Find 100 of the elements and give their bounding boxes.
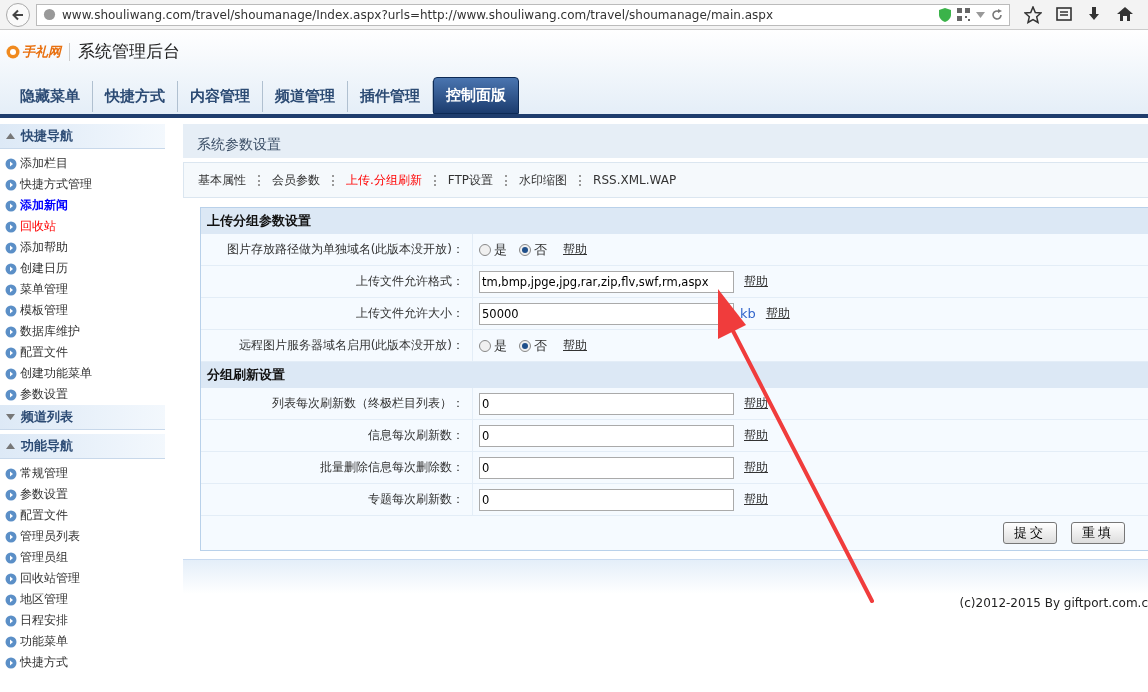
sidebar-item[interactable]: 菜单管理 xyxy=(20,281,68,298)
bullet-icon xyxy=(5,199,17,212)
input-field[interactable]: 0 xyxy=(479,456,734,479)
help-link[interactable]: 帮助 xyxy=(744,427,768,444)
input-field[interactable]: 0 xyxy=(479,392,734,415)
help-link[interactable]: 帮助 xyxy=(744,273,768,290)
sidebar-item[interactable]: 添加栏目 xyxy=(20,155,68,172)
sidebar-item[interactable]: 数据库维护 xyxy=(20,323,80,340)
star-icon[interactable] xyxy=(1024,5,1042,24)
sidebar-item[interactable]: 参数设置 xyxy=(20,486,68,503)
page-title: 系统参数设置 xyxy=(183,124,1148,158)
bullet-icon xyxy=(5,614,17,627)
settings-tab[interactable]: RSS.XML.WAP xyxy=(593,173,677,187)
nav-tab[interactable]: 控制面版 xyxy=(433,77,519,114)
form-button[interactable]: 重填 xyxy=(1071,522,1125,544)
sidebar-item[interactable]: 创建日历 xyxy=(20,260,68,277)
bullet-icon xyxy=(5,388,17,401)
bullet-icon xyxy=(5,220,17,233)
sidebar-item[interactable]: 地区管理 xyxy=(20,591,68,608)
caret-icon xyxy=(6,133,15,139)
bullet-icon xyxy=(5,346,17,359)
sidebar-section-header[interactable]: 快捷导航 xyxy=(0,124,165,149)
form-button[interactable]: 提交 xyxy=(1003,522,1057,544)
download-icon[interactable] xyxy=(1086,5,1102,22)
sidebar-item[interactable]: 快捷方式管理 xyxy=(20,176,92,193)
bullet-icon xyxy=(5,593,17,606)
sidebar-item[interactable]: 快捷方式 xyxy=(20,654,68,671)
input-field[interactable]: 0 xyxy=(479,488,734,511)
back-button[interactable] xyxy=(6,2,30,27)
url-text: www.shouliwang.com/travel/shoumanage/Index.aspx?urls=http://www.shouliwang.com/travel/shoumanage/main.aspx xyxy=(62,7,775,22)
bullet-icon xyxy=(5,178,17,191)
sidebar-item[interactable]: 管理员列表 xyxy=(20,528,80,545)
help-link[interactable]: 帮助 xyxy=(563,337,587,354)
sidebar-item[interactable]: 常规管理 xyxy=(20,465,68,482)
sidebar-section-header[interactable]: 频道列表 xyxy=(0,405,165,430)
radio-button[interactable] xyxy=(479,243,491,256)
field-label: 批量删除信息每次删除数： xyxy=(201,452,473,483)
shield-icon[interactable] xyxy=(939,7,951,22)
sidebar-item[interactable]: 创建功能菜单 xyxy=(20,365,92,382)
caret-icon xyxy=(6,414,15,420)
reading-list-icon[interactable] xyxy=(1056,5,1072,22)
globe-icon xyxy=(43,8,56,21)
bullet-icon xyxy=(5,488,17,501)
field-label: 列表每次刷新数（终极栏目列表）： xyxy=(201,388,473,419)
sidebar-item[interactable]: 管理员组 xyxy=(20,549,68,566)
settings-tab[interactable]: 上传.分组刷新 xyxy=(346,171,422,189)
reload-icon[interactable] xyxy=(991,8,1003,21)
bullet-icon xyxy=(5,367,17,380)
bullet-icon xyxy=(5,157,17,170)
sidebar-item[interactable]: 回收站管理 xyxy=(20,570,80,587)
radio-button[interactable] xyxy=(519,243,531,256)
bullet-icon xyxy=(5,283,17,296)
help-link[interactable]: 帮助 xyxy=(744,459,768,476)
nav-tab[interactable]: 隐藏菜单 xyxy=(8,81,93,112)
sidebar-item[interactable]: 添加帮助 xyxy=(20,239,68,256)
radio-label: 是 xyxy=(494,336,507,355)
field-label: 图片存放路径做为单独域名(此版本没开放)： xyxy=(201,234,473,265)
sidebar-item[interactable]: 配置文件 xyxy=(20,507,68,524)
bullet-icon xyxy=(5,551,17,564)
nav-tab[interactable]: 内容管理 xyxy=(178,81,263,112)
nav-tab[interactable]: 频道管理 xyxy=(263,81,348,112)
sidebar-item[interactable]: 模板管理 xyxy=(20,302,68,319)
input-field[interactable]: 50000 xyxy=(479,302,734,325)
radio-button[interactable] xyxy=(519,339,531,352)
home-icon[interactable] xyxy=(1116,5,1134,22)
bullet-icon xyxy=(5,325,17,338)
bullet-icon xyxy=(5,656,17,669)
input-field[interactable]: 0 xyxy=(479,424,734,447)
qr-code-icon[interactable] xyxy=(957,8,970,21)
app-title: 系统管理后台 xyxy=(78,40,180,63)
settings-tab[interactable]: 会员参数 xyxy=(272,171,320,189)
settings-tab[interactable]: 基本属性 xyxy=(198,171,246,189)
radio-button[interactable] xyxy=(479,339,491,352)
caret-icon xyxy=(6,443,15,449)
address-bar[interactable]: www.shouliwang.com/travel/shoumanage/Index.aspx?urls=http://www.shouliwang.com/travel/shoumanage/main.aspx xyxy=(36,3,1010,26)
help-link[interactable]: 帮助 xyxy=(744,491,768,508)
unit-label: kb xyxy=(740,306,756,321)
bullet-icon xyxy=(5,262,17,275)
input-field[interactable]: tm,bmp,jpge,jpg,rar,zip,flv,swf,rm,aspx xyxy=(479,270,734,293)
help-link[interactable]: 帮助 xyxy=(744,395,768,412)
help-link[interactable]: 帮助 xyxy=(563,241,587,258)
sidebar-item[interactable]: 功能菜单 xyxy=(20,633,68,650)
sidebar-item[interactable]: 添加新闻 xyxy=(20,197,68,214)
sidebar-item[interactable]: 参数设置 xyxy=(20,386,68,403)
settings-tab[interactable]: 水印缩图 xyxy=(519,171,568,189)
field-label: 远程图片服务器域名启用(此版本没开放)： xyxy=(201,330,473,361)
bullet-icon xyxy=(5,572,17,585)
sidebar-item[interactable]: 配置文件 xyxy=(20,344,68,361)
settings-tab[interactable]: FTP设置 xyxy=(447,171,494,189)
radio-label: 否 xyxy=(534,336,547,355)
section-header: 上传分组参数设置 xyxy=(201,208,1148,234)
field-label: 专题每次刷新数： xyxy=(201,484,473,515)
sidebar-item[interactable]: 日程安排 xyxy=(20,612,68,629)
sidebar-item[interactable]: 回收站 xyxy=(20,218,56,235)
nav-tab[interactable]: 快捷方式 xyxy=(93,81,178,112)
dropdown-icon[interactable] xyxy=(976,11,985,18)
sidebar-section-header[interactable]: 功能导航 xyxy=(0,434,165,459)
bullet-icon xyxy=(5,530,17,543)
help-link[interactable]: 帮助 xyxy=(765,305,790,322)
field-label: 上传文件允许格式： xyxy=(201,266,473,297)
